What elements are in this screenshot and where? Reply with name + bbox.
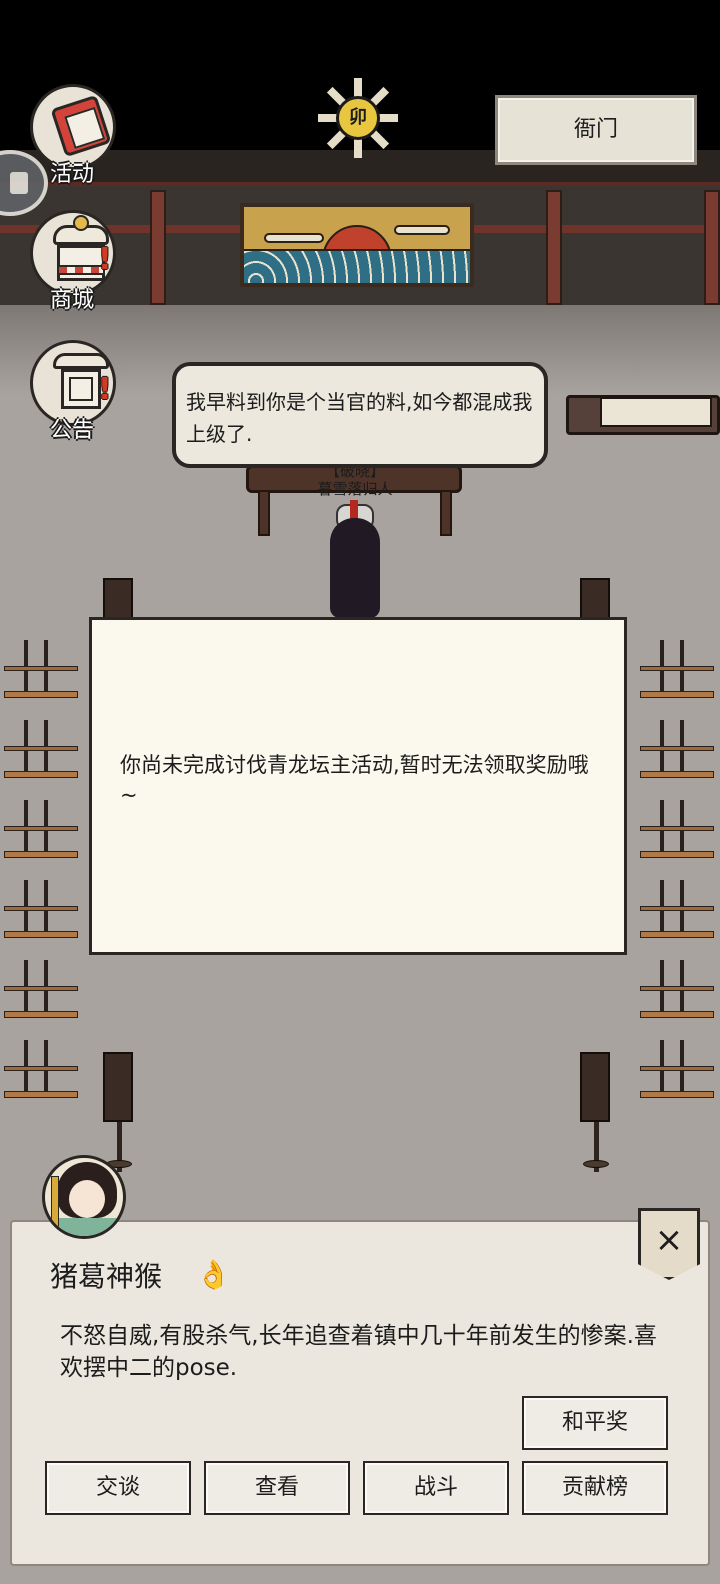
weapon-rack xyxy=(4,960,78,1018)
yamen-button[interactable]: 衙门 xyxy=(495,95,697,165)
dialog-message: 你尚未完成讨伐青龙坛主活动,暂时无法领取奖励哦~ xyxy=(120,753,589,807)
weapon-rack xyxy=(640,800,714,858)
contribution-ranking-button[interactable]: 贡献榜 xyxy=(522,1461,668,1515)
painting-cloud xyxy=(394,225,450,235)
reward-notice-dialog[interactable]: 你尚未完成讨伐青龙坛主活动,暂时无法领取奖励哦~ xyxy=(89,617,627,955)
painting-waves xyxy=(244,249,470,283)
npc-description: 不怒自威,有股杀气,长年追查着镇中几十年前发生的惨案.喜欢摆中二的pose. xyxy=(60,1323,657,1381)
talk-button[interactable]: 交谈 xyxy=(45,1461,191,1515)
activity-label: 活动 xyxy=(49,162,94,187)
weapon-rack xyxy=(640,640,714,698)
notice-label: 公告 xyxy=(49,418,94,443)
player-name: 暮雪落归人 xyxy=(317,480,393,498)
scroll-paper xyxy=(600,397,712,427)
avoid-signboard xyxy=(580,1052,610,1122)
desk-leg xyxy=(440,490,452,536)
weapon-rack xyxy=(640,1040,714,1098)
shop-alert-icon: ! xyxy=(98,242,112,277)
banner-flag-icon xyxy=(50,94,112,158)
npc-avatar[interactable] xyxy=(42,1155,126,1239)
time-of-day-badge: 卯 xyxy=(318,78,398,158)
npc-name: 猪葛神猴 xyxy=(50,1260,163,1293)
weapon-rack xyxy=(4,640,78,698)
time-glyph: 卯 xyxy=(336,96,380,140)
hall-pillar xyxy=(704,190,720,305)
weapon-rack xyxy=(4,720,78,778)
weapon-rack xyxy=(4,800,78,858)
speech-text: 我早料到你是个当官的料,如今都混成我上级了. xyxy=(186,390,533,446)
painting-cloud xyxy=(264,233,324,243)
hall-pillar xyxy=(150,190,166,305)
desk-leg xyxy=(258,490,270,536)
view-button[interactable]: 查看 xyxy=(204,1461,350,1515)
fight-button[interactable]: 战斗 xyxy=(363,1461,509,1515)
peace-prize-button[interactable]: 和平奖 xyxy=(522,1396,668,1450)
sunrise-painting xyxy=(240,203,474,287)
close-icon: × xyxy=(654,1220,684,1260)
weapon-rack xyxy=(640,880,714,938)
signboard-base xyxy=(583,1160,609,1168)
activity-button[interactable]: 活动 xyxy=(24,84,120,187)
npc-speech-bubble: 我早料到你是个当官的料,如今都混成我上级了. xyxy=(172,362,548,468)
weapon-rack xyxy=(640,960,714,1018)
notice-button[interactable]: ! 公告 xyxy=(24,340,120,443)
ok-hand-icon: 👌 xyxy=(196,1258,231,1291)
notice-alert-icon: ! xyxy=(98,372,112,407)
shop-label: 商城 xyxy=(49,288,94,313)
weapon-rack xyxy=(640,720,714,778)
weapon-rack xyxy=(4,1040,78,1098)
shop-button[interactable]: ! 商城 xyxy=(24,210,120,313)
silence-signboard xyxy=(103,1052,133,1122)
weapon-rack xyxy=(4,880,78,938)
player-character[interactable] xyxy=(310,500,400,618)
hall-pillar xyxy=(546,190,562,305)
